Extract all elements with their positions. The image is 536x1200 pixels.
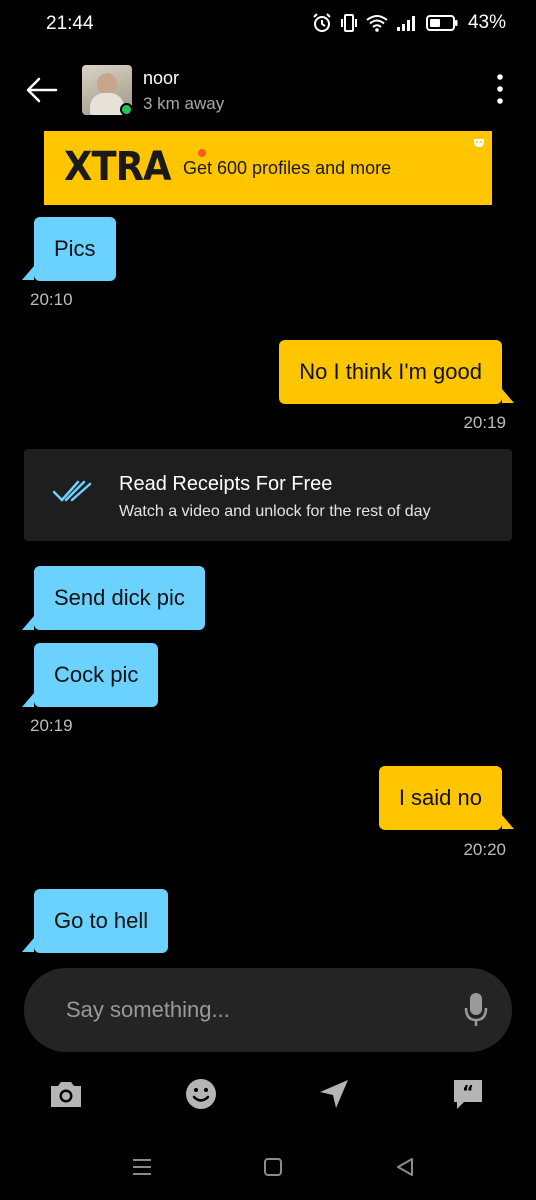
more-vertical-icon: [497, 74, 503, 104]
online-indicator: [120, 103, 133, 116]
avatar-body: [90, 93, 124, 115]
message-composer: [24, 968, 512, 1052]
xtra-upsell-banner[interactable]: XTRA Get 600 profiles and more: [44, 131, 492, 205]
camera-icon: [51, 1082, 81, 1107]
read-receipts-card[interactable]: Read Receipts For Free Watch a video and…: [24, 449, 512, 541]
outgoing-message[interactable]: No I think I'm good: [279, 340, 502, 404]
voice-message-button[interactable]: [464, 992, 488, 1028]
system-back-button[interactable]: [393, 1155, 417, 1179]
grindr-mask-icon: [474, 139, 484, 147]
read-receipts-subtitle: Watch a video and unlock for the rest of…: [119, 503, 431, 520]
incoming-message[interactable]: Go to hell: [34, 889, 169, 953]
bubble-tail: [22, 938, 34, 952]
outgoing-message[interactable]: I said no: [378, 766, 502, 830]
send-location-button[interactable]: [316, 1076, 352, 1112]
xtra-logo: XTRA: [64, 144, 172, 190]
back-button[interactable]: [24, 72, 60, 108]
chat-header: noor 3 km away: [0, 58, 536, 122]
recent-apps-button[interactable]: [130, 1155, 154, 1179]
avatar-face: [97, 73, 117, 95]
incoming-message[interactable]: Cock pic: [34, 643, 159, 707]
incoming-message[interactable]: Send dick pic: [34, 566, 205, 630]
location-icon: [320, 1080, 348, 1108]
double-check-icon: [52, 480, 92, 502]
signal-icon: [396, 16, 415, 31]
status-time: 21:44: [46, 13, 94, 34]
contact-distance: 3 km away: [143, 94, 225, 113]
message-input[interactable]: [66, 968, 446, 1052]
alarm-icon: [313, 13, 331, 32]
home-square-icon: [264, 1158, 282, 1176]
back-triangle-icon: [397, 1158, 413, 1176]
message-timestamp: 20:10: [30, 290, 73, 309]
bubble-tail: [22, 616, 34, 630]
status-icons: 43%: [312, 12, 506, 34]
more-options-button[interactable]: [490, 72, 510, 106]
emoji-icon: [186, 1079, 216, 1109]
status-bar: 21:44 43%: [0, 0, 536, 50]
svg-text:“: “: [462, 1082, 474, 1103]
camera-button[interactable]: [48, 1076, 84, 1112]
xtra-logo-dot: [198, 149, 206, 157]
microphone-icon: [464, 993, 488, 1026]
contact-name[interactable]: noor: [143, 68, 179, 89]
xtra-banner-text: Get 600 profiles and more: [183, 158, 392, 178]
bubble-tail: [22, 266, 34, 280]
back-arrow-icon: [26, 77, 58, 103]
bubble-tail: [502, 389, 514, 403]
message-timestamp: 20:20: [463, 840, 506, 859]
saved-phrases-button[interactable]: “: [450, 1076, 486, 1112]
emoji-button[interactable]: [183, 1076, 219, 1112]
wifi-icon: [366, 15, 388, 32]
incoming-message[interactable]: Pics: [34, 217, 116, 281]
vibrate-icon: [340, 14, 357, 32]
quote-icon: “: [454, 1080, 482, 1109]
message-timestamp: 20:19: [463, 413, 506, 432]
read-receipts-title: Read Receipts For Free: [119, 473, 333, 495]
home-button[interactable]: [261, 1155, 285, 1179]
bubble-tail: [502, 815, 514, 829]
battery-icon: [425, 15, 458, 31]
battery-percent: 43%: [467, 12, 506, 33]
message-timestamp: 20:19: [30, 716, 73, 735]
menu-icon: [133, 1159, 151, 1175]
bubble-tail: [22, 693, 34, 707]
